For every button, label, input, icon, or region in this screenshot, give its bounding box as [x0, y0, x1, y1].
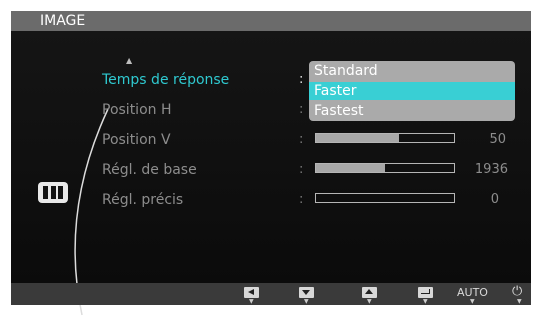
fine-slider[interactable]	[315, 193, 455, 203]
option-faster[interactable]: Faster	[309, 82, 515, 100]
pointer-icon: ▼	[517, 298, 522, 305]
pointer-icon: ▼	[249, 298, 254, 305]
menu-colon: :	[299, 72, 304, 87]
coarse-fill	[316, 164, 385, 172]
menu-item-position-h[interactable]: Position H	[102, 99, 172, 121]
menu-colon: :	[299, 132, 304, 147]
menu-item-fine[interactable]: Régl. précis	[102, 189, 183, 211]
coarse-value: 1936	[474, 162, 508, 177]
window-title: IMAGE	[40, 13, 86, 29]
pointer-icon: ▼	[423, 298, 428, 305]
pointer-icon: ▼	[470, 298, 475, 305]
menu-item-response-time[interactable]: Temps de réponse	[102, 69, 229, 91]
image-category-icon	[38, 182, 68, 203]
option-fastest[interactable]: Fastest	[309, 102, 515, 120]
osd-window: IMAGE ▲ Temps de réponse : Position H : …	[11, 11, 531, 316]
menu-item-position-v[interactable]: Position V	[102, 129, 171, 151]
menu-colon: :	[299, 192, 304, 207]
left-triangle-icon[interactable]	[244, 287, 259, 298]
menu-item-coarse[interactable]: Régl. de base	[102, 159, 197, 181]
enter-icon[interactable]	[418, 287, 433, 298]
title-bar: IMAGE	[11, 11, 531, 31]
up-triangle-icon[interactable]	[362, 287, 377, 298]
scroll-up-icon: ▲	[126, 56, 133, 65]
pointer-icon: ▼	[367, 298, 372, 305]
footer-bar: ▼ ▼ ▼ ▼ AUTO ▼ ⏻ ▼	[11, 283, 531, 305]
response-time-dropdown[interactable]: Standard Faster Fastest	[309, 61, 515, 121]
option-standard[interactable]: Standard	[309, 62, 515, 80]
down-triangle-icon[interactable]	[299, 287, 314, 298]
menu-colon: :	[299, 162, 304, 177]
position-v-value: 50	[489, 132, 506, 147]
position-v-fill	[316, 134, 399, 142]
menu-colon: :	[299, 102, 304, 117]
position-v-slider[interactable]	[315, 133, 455, 143]
fine-value: 0	[490, 192, 499, 207]
pointer-icon: ▼	[304, 298, 309, 305]
coarse-slider[interactable]	[315, 163, 455, 173]
